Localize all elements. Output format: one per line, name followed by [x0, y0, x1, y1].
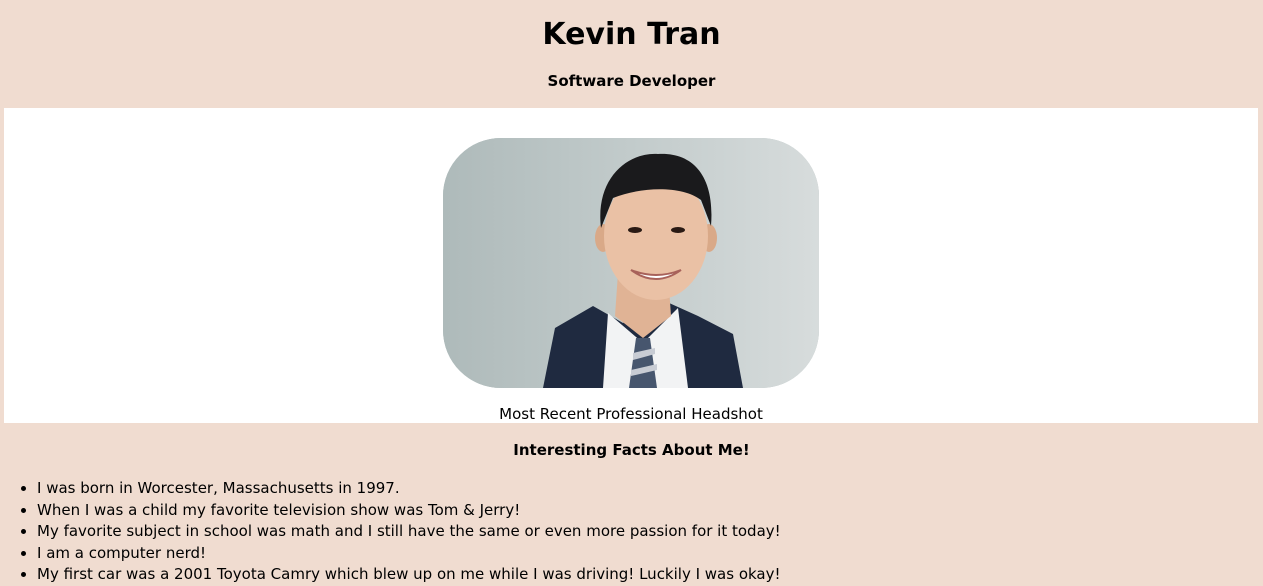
list-item: I am a computer nerd!	[37, 543, 781, 565]
list-item: My favorite subject in school was math a…	[37, 521, 781, 543]
page-title: Kevin Tran	[542, 17, 721, 52]
headshot-caption: Most Recent Professional Headshot	[499, 405, 763, 423]
job-title: Software Developer	[547, 72, 716, 90]
facts-heading: Interesting Facts About Me!	[513, 441, 750, 459]
headshot-image	[443, 138, 819, 388]
list-item: I was born in Worcester, Massachusetts i…	[37, 478, 781, 500]
headshot-panel: Most Recent Professional Headshot	[4, 108, 1258, 423]
list-item: When I was a child my favorite televisio…	[37, 500, 781, 522]
list-item: My first car was a 2001 Toyota Camry whi…	[37, 564, 781, 586]
facts-list: I was born in Worcester, Massachusetts i…	[0, 478, 781, 586]
